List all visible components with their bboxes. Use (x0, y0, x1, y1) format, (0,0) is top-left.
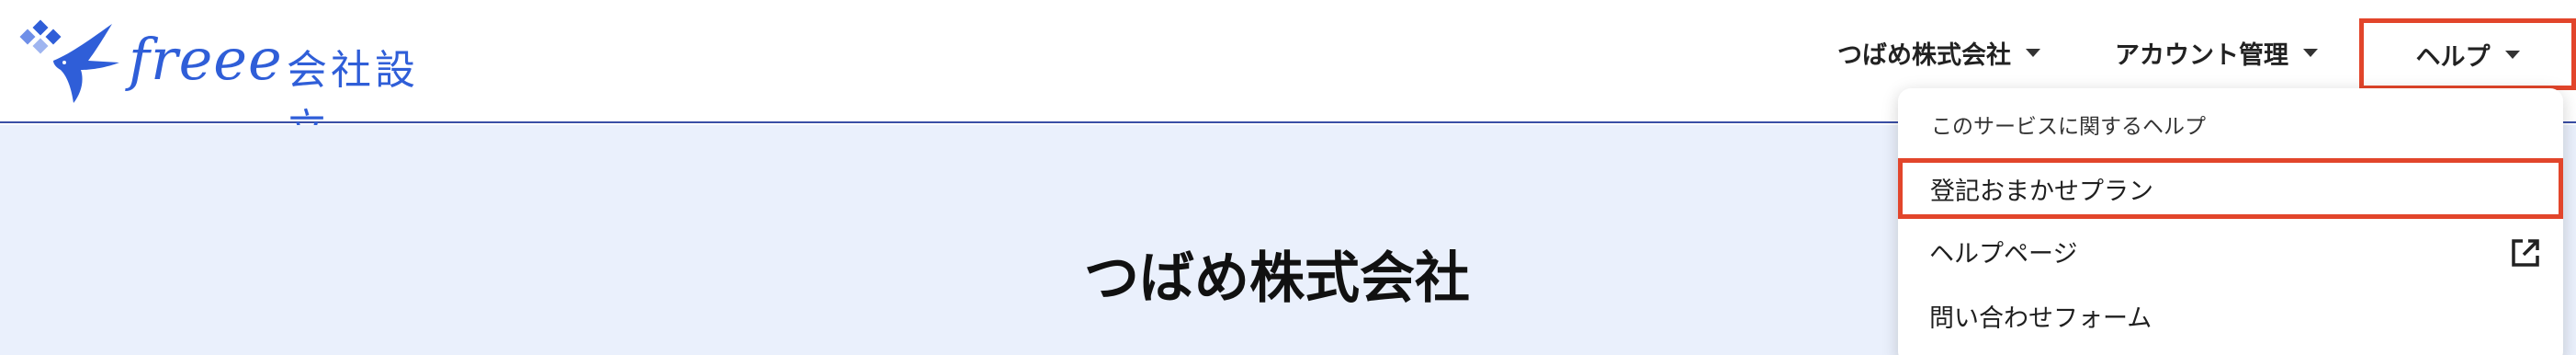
menu-item-label: ヘルプページ (1929, 239, 2078, 269)
logo-brand-text: freee (129, 26, 283, 93)
external-link-icon (2512, 239, 2539, 267)
menu-item-help-page[interactable]: ヘルプページ (1898, 221, 2563, 281)
menu-item-contact-form[interactable]: 問い合わせフォーム (1898, 285, 2563, 346)
menu-item-label: 登記おまかせプラン (1930, 177, 2153, 206)
swallow-logo-icon (19, 19, 119, 103)
account-menu-button[interactable]: アカウント管理 (2115, 18, 2318, 86)
caret-down-icon (2504, 50, 2520, 59)
help-menu-button[interactable]: ヘルプ (2359, 18, 2576, 90)
account-menu-label: アカウント管理 (2115, 40, 2288, 70)
company-name-title: つばめ株式会社 (1084, 246, 1470, 311)
help-menu-heading: このサービスに関するヘルプ (1931, 115, 2206, 139)
company-menu-button[interactable]: つばめ株式会社 (1837, 18, 2040, 86)
caret-down-icon (2303, 48, 2318, 57)
menu-item-label: 問い合わせフォーム (1929, 303, 2152, 333)
caret-down-icon (2026, 48, 2040, 57)
help-menu-label: ヘルプ (2415, 42, 2491, 72)
freee-logo[interactable]: freee 会社設立 (17, 17, 458, 153)
company-menu-label: つばめ株式会社 (1837, 40, 2011, 70)
help-dropdown-menu: このサービスに関するヘルプ 登記おまかせプラン ヘルプページ 問い合わせフォーム (1898, 88, 2563, 355)
app-page: freee 会社設立 つばめ株式会社 アカウント管理 ヘルプ つばめ株式会社 こ… (0, 0, 2576, 355)
menu-item-registration-plan[interactable]: 登記おまかせプラン (1898, 158, 2563, 219)
